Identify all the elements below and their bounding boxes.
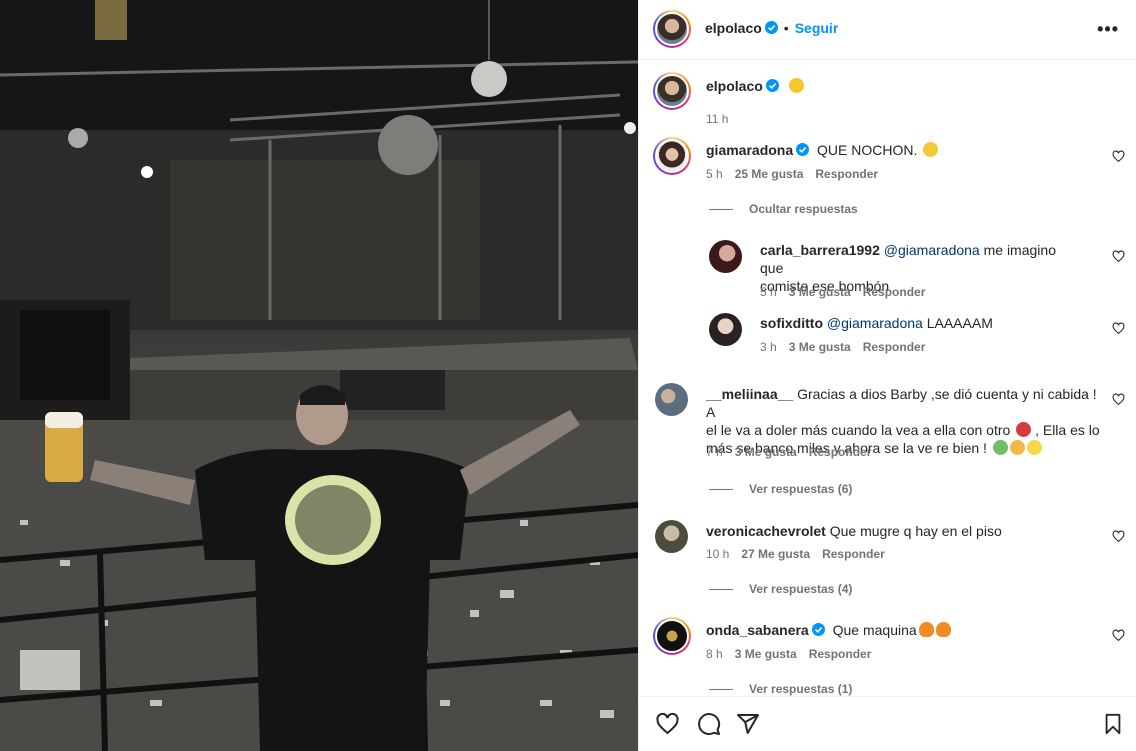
reply-age: 3 h xyxy=(760,340,777,354)
fire-emoji-icon xyxy=(935,622,951,637)
verified-badge-icon xyxy=(765,79,779,92)
commenter-avatar[interactable] xyxy=(655,383,688,416)
view-replies-label: Ver respuestas (4) xyxy=(749,582,853,596)
comment-username[interactable]: veronicachevrolet xyxy=(706,523,826,539)
like-heart-icon[interactable] xyxy=(655,712,680,736)
reply-mention[interactable]: @giamaradona xyxy=(884,242,980,258)
post-action-bar xyxy=(639,696,1136,751)
commenter-avatar[interactable] xyxy=(653,137,691,175)
replies-divider xyxy=(709,209,733,211)
hide-replies-button[interactable]: Ocultar respuestas xyxy=(709,202,858,216)
laughing-emoji-icon xyxy=(923,142,939,157)
verified-badge-icon xyxy=(811,623,825,636)
tulip-emoji-icon xyxy=(992,440,1008,455)
view-replies-label: Ver respuestas (1) xyxy=(749,682,853,696)
comment-text: QUE NOCHON. xyxy=(817,142,918,158)
view-replies-button[interactable]: Ver respuestas (1) xyxy=(709,682,852,696)
comment-item: onda_sabanera Que maquina 8 h 3 Me gusta R… xyxy=(639,617,1136,667)
comment-likes[interactable]: 27 Me gusta xyxy=(741,547,810,561)
fire-emoji-icon xyxy=(918,622,934,637)
comment-text-line2: el le va a doler más cuando la vea a ell… xyxy=(706,422,1011,438)
like-heart-icon[interactable] xyxy=(1112,150,1125,163)
comment-username[interactable]: onda_sabanera xyxy=(706,622,809,638)
commenter-avatar[interactable] xyxy=(655,520,688,553)
comment-likes[interactable]: 3 Me gusta xyxy=(735,647,797,661)
replies-divider xyxy=(709,489,733,491)
devil-emoji-icon xyxy=(1016,422,1032,437)
separator-dot: • xyxy=(783,20,789,36)
view-replies-button[interactable]: Ver respuestas (6) xyxy=(709,482,852,496)
view-replies-label: Ver respuestas (6) xyxy=(749,482,853,496)
comment-item: __meliinaa__ Gracias a dios Barby ,se di… xyxy=(639,383,1136,463)
save-bookmark-icon[interactable] xyxy=(1102,712,1124,736)
reply-button[interactable]: Responder xyxy=(863,340,926,354)
reply-button[interactable]: Responder xyxy=(863,285,926,299)
reply-button[interactable]: Responder xyxy=(822,547,885,561)
replier-avatar[interactable] xyxy=(709,240,742,273)
author-avatar[interactable] xyxy=(653,10,691,48)
replies-divider xyxy=(709,689,733,691)
reply-username[interactable]: sofixditto xyxy=(760,315,823,331)
comment-age: 10 h xyxy=(706,547,730,561)
comment-age: 7 h xyxy=(706,445,723,459)
comment-likes[interactable]: 3 Me gusta xyxy=(735,445,797,459)
comment-likes[interactable]: 25 Me gusta xyxy=(735,167,804,181)
reply-mention[interactable]: @giamaradona xyxy=(827,315,923,331)
verified-badge-icon xyxy=(764,21,778,34)
tongue-emoji-icon xyxy=(788,78,804,93)
reply-button[interactable]: Responder xyxy=(809,445,872,459)
caption-username[interactable]: elpolaco xyxy=(706,78,763,94)
comment-text: Que maquina xyxy=(832,622,917,638)
comment-icon[interactable] xyxy=(697,712,721,736)
like-heart-icon[interactable] xyxy=(1112,629,1125,642)
reply-age: 5 h xyxy=(760,285,777,299)
like-heart-icon[interactable] xyxy=(1112,530,1125,543)
raised-hands-emoji-icon xyxy=(1009,440,1025,455)
author-avatar[interactable] xyxy=(653,72,691,110)
reply-button[interactable]: Responder xyxy=(815,167,878,181)
comment-text-line2b: , Ella es lo xyxy=(1031,422,1100,438)
reply-likes[interactable]: 3 Me gusta xyxy=(789,285,851,299)
post-header: elpolaco • Seguir ••• xyxy=(639,0,1136,60)
reply-item: sofixditto @giamaradona LAAAAAM 3 h 3 Me … xyxy=(639,312,1136,362)
comment-username[interactable]: __meliinaa__ xyxy=(706,386,793,402)
comment-age: 8 h xyxy=(706,647,723,661)
post-photo xyxy=(0,0,638,751)
post-image[interactable] xyxy=(0,0,638,751)
sparkles-emoji-icon xyxy=(1026,440,1042,455)
share-icon[interactable] xyxy=(736,712,760,736)
caption-age: 11 h xyxy=(706,112,729,126)
verified-badge-icon xyxy=(796,143,810,156)
reply-likes[interactable]: 3 Me gusta xyxy=(789,340,851,354)
reply-button[interactable]: Responder xyxy=(809,647,872,661)
reply-item: carla_barrera1992 @giamaradona me imagin… xyxy=(639,239,1136,299)
more-options-icon[interactable]: ••• xyxy=(1097,19,1119,40)
like-heart-icon[interactable] xyxy=(1112,322,1125,335)
comment-item: giamaradona QUE NOCHON. 5 h 25 Me gusta Re… xyxy=(639,137,1136,197)
hide-replies-label: Ocultar respuestas xyxy=(749,202,858,216)
reply-text: LAAAAAM xyxy=(922,315,993,331)
reply-username[interactable]: carla_barrera1992 xyxy=(760,242,880,258)
comment-item: veronicachevrolet Que mugre q hay en el … xyxy=(639,520,1136,570)
comment-text: Que mugre q hay en el piso xyxy=(829,523,1002,539)
replies-divider xyxy=(709,589,733,591)
comment-age: 5 h xyxy=(706,167,723,181)
post-side-panel: elpolaco • Seguir ••• elpolaco 11 h giamar… xyxy=(638,0,1136,751)
replier-avatar[interactable] xyxy=(709,313,742,346)
view-replies-button[interactable]: Ver respuestas (4) xyxy=(709,582,852,596)
comment-username[interactable]: giamaradona xyxy=(706,142,793,158)
caption: elpolaco 11 h xyxy=(639,71,1136,126)
author-username[interactable]: elpolaco xyxy=(705,20,762,36)
like-heart-icon[interactable] xyxy=(1112,250,1125,263)
comments-list[interactable]: elpolaco 11 h giamaradona QUE NOCHON. 5 … xyxy=(639,61,1136,696)
follow-button[interactable]: Seguir xyxy=(795,20,839,36)
commenter-avatar[interactable] xyxy=(653,617,691,655)
author-line: elpolaco • Seguir xyxy=(705,20,838,36)
like-heart-icon[interactable] xyxy=(1112,393,1125,406)
